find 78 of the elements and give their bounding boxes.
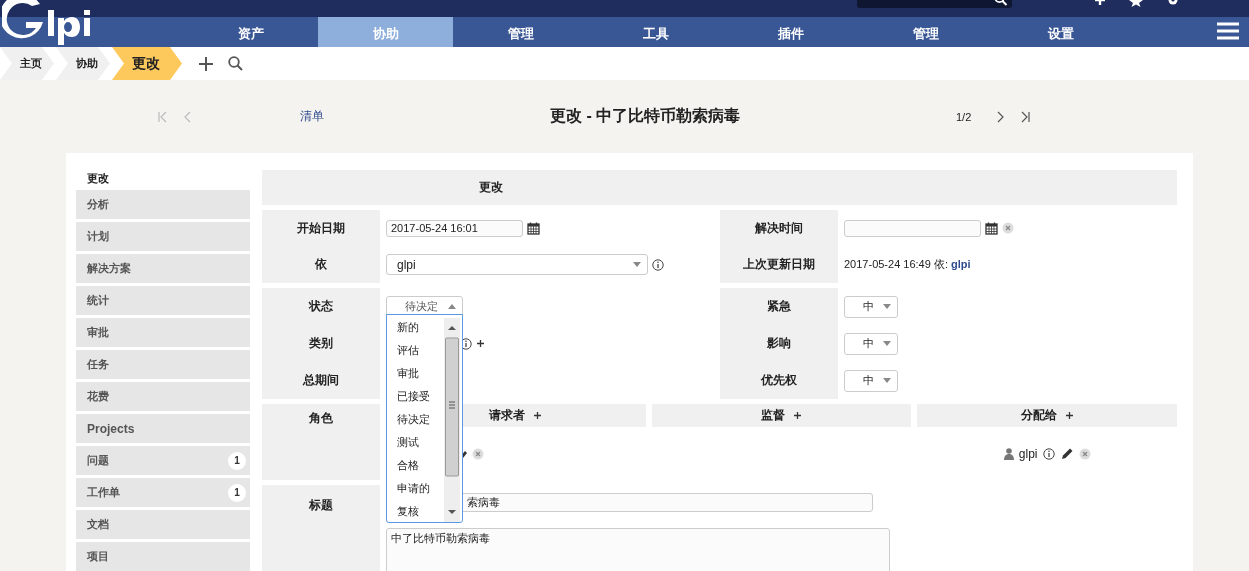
sidebar-tab[interactable]: Projects <box>76 414 250 443</box>
description-field[interactable]: 中了比特币勒索病毒 <box>386 528 890 571</box>
last-icon[interactable] <box>1020 110 1030 123</box>
dropdown-field[interactable]: 中 <box>844 332 898 355</box>
add-icon[interactable] <box>793 411 802 420</box>
user-link[interactable]: glpi <box>951 258 971 271</box>
column-heading: 分配给 <box>1020 407 1057 424</box>
info-icon[interactable] <box>652 258 664 271</box>
menu-icon[interactable] <box>1217 22 1239 40</box>
sidebar-tab[interactable]: 分析 <box>76 190 250 219</box>
field-label: 状态 <box>309 298 333 315</box>
sidebar-tab[interactable]: 统计 <box>76 286 250 315</box>
dropdown-field[interactable]: glpi <box>386 254 648 276</box>
calendar-icon[interactable] <box>985 221 998 235</box>
dropdown-option[interactable]: 评估 <box>397 342 444 359</box>
sidebar-tab[interactable]: 解决方案 <box>76 254 250 283</box>
menu-tab[interactable]: 工具 <box>588 17 723 47</box>
menu-tab[interactable]: 插件 <box>723 17 858 47</box>
sidebar-tab[interactable]: 花费 <box>76 382 250 411</box>
clear-icon[interactable] <box>1002 222 1014 235</box>
breadcrumb-link[interactable]: 协助 <box>56 47 110 80</box>
user-name: glpi <box>1018 446 1038 461</box>
date-field[interactable]: 2017-05-24 16:01 <box>386 219 523 237</box>
dropdown-option[interactable]: 审批 <box>397 365 444 382</box>
add-icon[interactable] <box>1064 411 1074 420</box>
add-icon[interactable] <box>533 411 543 420</box>
menu-tab[interactable]: 设置 <box>993 17 1128 47</box>
clear-icon[interactable] <box>1078 447 1091 460</box>
user-icon <box>1003 447 1014 460</box>
dropdown-option[interactable]: 待决定 <box>397 411 444 428</box>
field-label: 开始日期 <box>297 219 345 237</box>
last-update-text: 2017-05-24 16:49 依: glpi <box>844 257 971 273</box>
menu-tab[interactable]: 管理 <box>453 17 588 47</box>
next-icon[interactable] <box>996 110 1004 123</box>
info-icon[interactable] <box>460 337 472 350</box>
field-label: 类别 <box>309 335 333 352</box>
dropdown-option[interactable]: 新的 <box>397 319 444 336</box>
column-heading: 监督 <box>761 407 785 424</box>
field-label: 角色 <box>309 410 333 427</box>
clear-icon[interactable] <box>472 447 484 460</box>
field-label: 上次更新日期 <box>743 256 815 274</box>
pencil-icon[interactable] <box>1059 446 1074 461</box>
sidebar-tab[interactable]: 项目 <box>76 542 250 571</box>
dropdown-field[interactable]: 中 <box>844 369 898 392</box>
record-position: 1/2 <box>956 110 973 123</box>
field-label: 标题 <box>309 497 333 514</box>
count-badge: 1 <box>228 451 246 470</box>
add-icon[interactable] <box>476 339 485 348</box>
page-title: 更改 - 中了比特币勒索病毒 <box>550 106 742 126</box>
search-icon[interactable] <box>228 56 243 71</box>
sidebar-tab[interactable]: 任务 <box>76 350 250 379</box>
list-link[interactable]: 清单 <box>300 108 550 125</box>
menu-tab[interactable]: 管理 <box>858 17 993 47</box>
count-badge: 1 <box>228 483 246 502</box>
dropdown-field[interactable]: 中 <box>844 295 898 318</box>
info-icon[interactable] <box>1042 447 1055 460</box>
field-label: 紧急 <box>767 298 791 315</box>
sidebar-tab[interactable]: 审批 <box>76 318 250 347</box>
dropdown-option[interactable]: 测试 <box>397 434 444 451</box>
field-label: 影响 <box>767 335 791 352</box>
menu-tab[interactable]: 资产 <box>183 17 318 47</box>
sidebar-tab[interactable]: 计划 <box>76 222 250 251</box>
date-field[interactable] <box>844 219 981 237</box>
field-label: 解决时间 <box>755 219 803 237</box>
breadcrumb-link[interactable]: 主页 <box>0 47 54 80</box>
field-label: 依 <box>315 256 327 274</box>
column-heading: 请求者 <box>489 407 526 424</box>
sidebar-tab[interactable]: 工作单 1 <box>76 478 250 507</box>
section-heading: 更改 <box>478 179 504 196</box>
field-label: 优先权 <box>761 372 797 389</box>
dropdown-option[interactable]: 已接受 <box>397 388 444 405</box>
field-label: 总期间 <box>303 372 339 389</box>
sidebar-tab[interactable]: 文档 <box>76 510 250 539</box>
add-icon[interactable] <box>198 55 214 72</box>
calendar-icon[interactable] <box>527 221 540 235</box>
sidebar-tab[interactable]: 问题 1 <box>76 446 250 475</box>
breadcrumb-link[interactable]: 更改 <box>112 47 182 80</box>
dropdown-option[interactable]: 合格 <box>397 457 444 474</box>
